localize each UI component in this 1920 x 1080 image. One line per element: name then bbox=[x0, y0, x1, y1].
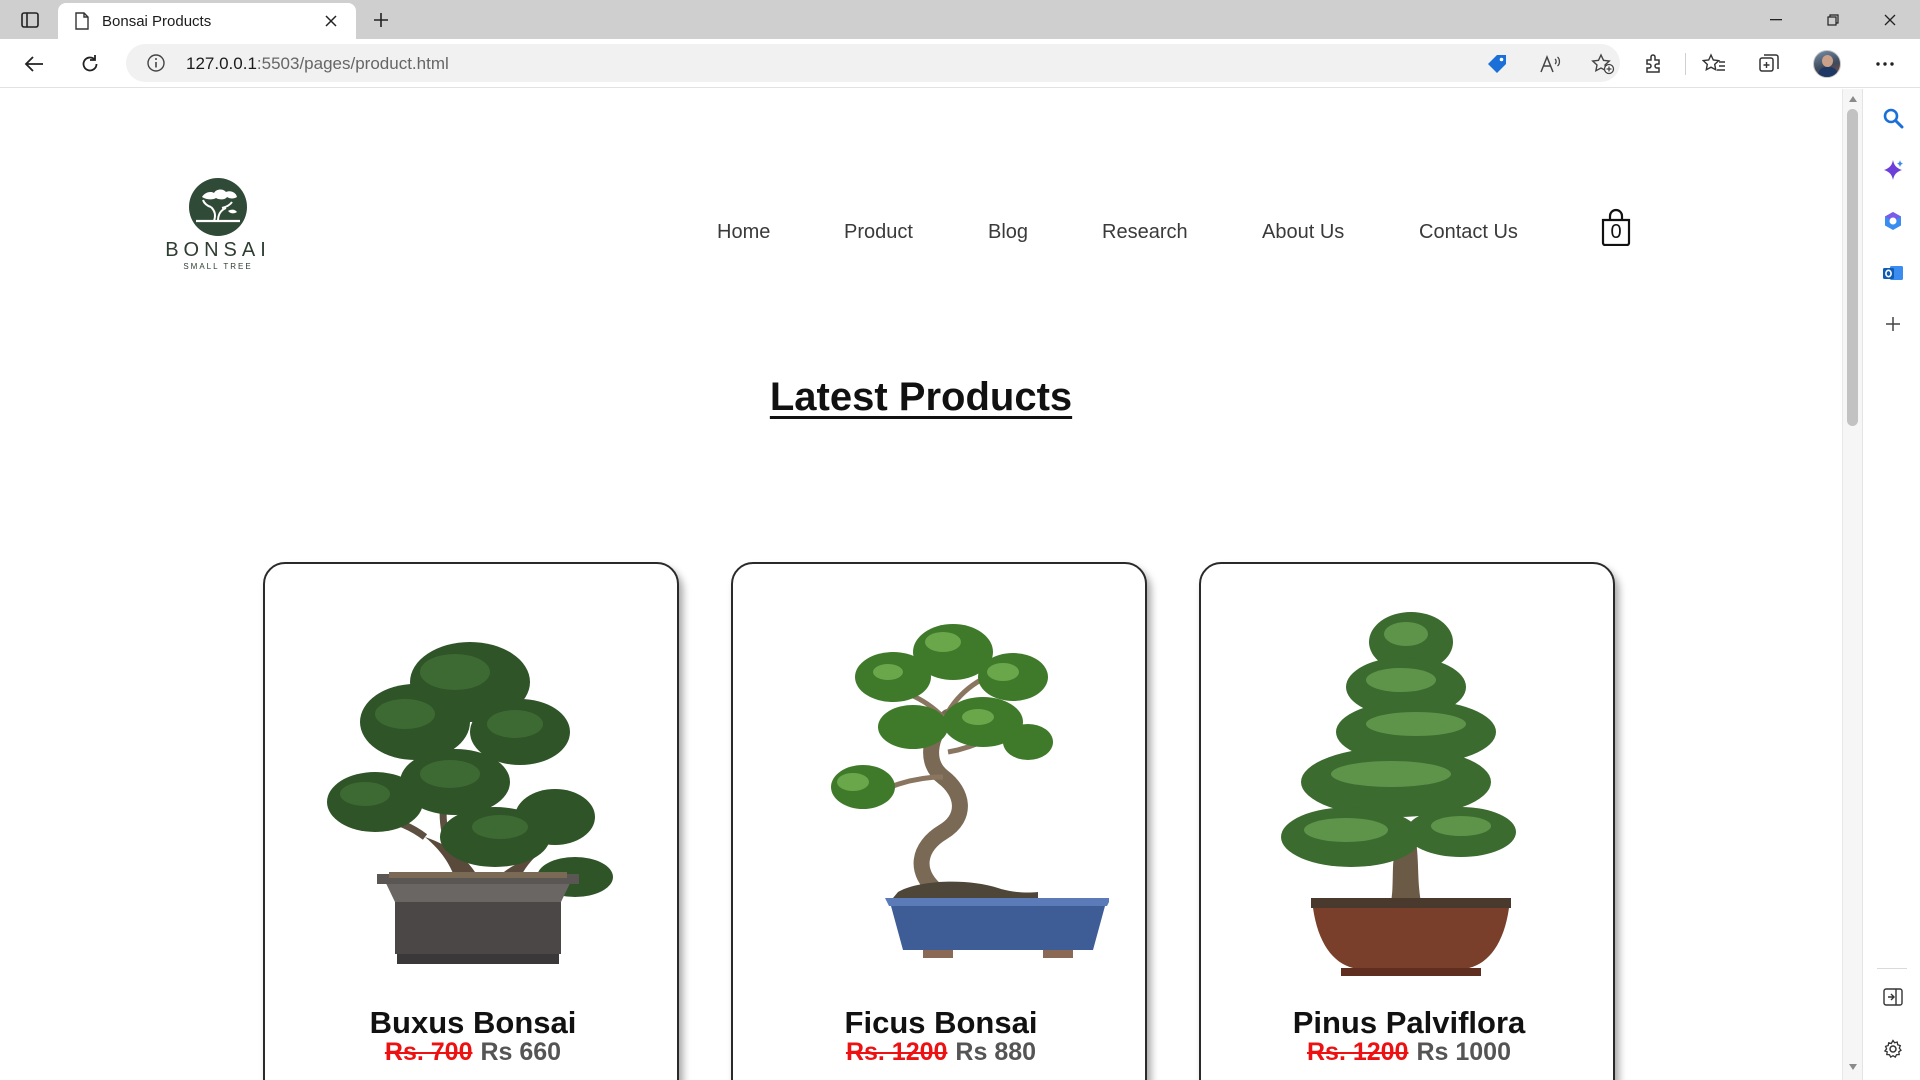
edge-sidebar bbox=[1862, 89, 1920, 1080]
url-text[interactable]: 127.0.0.1:5503/pages/product.html bbox=[186, 54, 449, 74]
search-icon[interactable] bbox=[1880, 105, 1906, 131]
copilot-sparkle-icon[interactable] bbox=[1880, 157, 1906, 183]
extensions-icon[interactable] bbox=[1637, 47, 1671, 81]
bonsai-logo-icon bbox=[189, 178, 247, 236]
url-host: 127.0.0.1 bbox=[186, 54, 257, 73]
nav-contact-us[interactable]: Contact Us bbox=[1419, 221, 1518, 244]
product-price: Rs. 1200 Rs 880 bbox=[733, 1038, 1145, 1067]
logo-wordmark: BONSAI bbox=[165, 239, 271, 261]
nav-home[interactable]: Home bbox=[717, 221, 770, 244]
product-old-price: Rs. 1200 bbox=[1307, 1038, 1409, 1066]
close-tab-icon[interactable] bbox=[320, 10, 342, 32]
restore-icon[interactable] bbox=[1805, 0, 1861, 39]
product-name: Pinus Palviflora bbox=[1292, 1005, 1526, 1040]
product-name: Ficus Bonsai bbox=[844, 1005, 1038, 1040]
product-name: Buxus Bonsai bbox=[369, 1005, 577, 1040]
favorites-icon[interactable] bbox=[1697, 47, 1731, 81]
buxus-bonsai-image bbox=[327, 642, 613, 964]
browser-tab-bar: Bonsai Products bbox=[0, 0, 1920, 39]
browser-toolbar: 127.0.0.1:5503/pages/product.html bbox=[0, 39, 1920, 88]
product-new-price: Rs 880 bbox=[955, 1038, 1037, 1066]
document-icon bbox=[75, 12, 89, 30]
section-title: Latest Products bbox=[0, 375, 1842, 420]
logo-tagline: SMALL TREE bbox=[183, 262, 253, 271]
scroll-down-arrow-icon[interactable] bbox=[1849, 1064, 1857, 1070]
address-bar[interactable]: 127.0.0.1:5503/pages/product.html bbox=[126, 44, 1620, 82]
product-card[interactable]: Ficus Bonsai Rs. 1200 Rs 880 bbox=[731, 562, 1147, 1080]
nav-blog[interactable]: Blog bbox=[988, 221, 1028, 244]
product-price: Rs. 1200 Rs 1000 bbox=[1201, 1038, 1613, 1067]
scroll-thumb[interactable] bbox=[1847, 109, 1858, 426]
settings-gear-icon[interactable] bbox=[1880, 1036, 1906, 1062]
shopping-tag-icon[interactable] bbox=[1484, 51, 1510, 77]
outlook-icon[interactable] bbox=[1880, 260, 1906, 286]
product-card[interactable]: Pinus Palviflora Rs. 1200 Rs 1000 bbox=[1199, 562, 1615, 1080]
nav-product[interactable]: Product bbox=[844, 221, 913, 244]
section-title-text: Latest Products bbox=[769, 375, 1073, 419]
collections-icon[interactable] bbox=[1752, 47, 1786, 81]
url-path: :5503/pages/product.html bbox=[256, 54, 449, 73]
minimize-icon[interactable] bbox=[1748, 0, 1804, 39]
site-info-icon[interactable] bbox=[146, 53, 166, 73]
nav-research[interactable]: Research bbox=[1102, 221, 1188, 244]
site-logo[interactable]: BONSAI SMALL TREE bbox=[155, 177, 281, 273]
cart-button[interactable]: 0 bbox=[1600, 208, 1632, 246]
toolbar-divider bbox=[1685, 53, 1686, 75]
pinus-palviflora-image bbox=[1281, 612, 1516, 976]
add-favorite-icon[interactable] bbox=[1590, 51, 1616, 77]
more-options-icon[interactable] bbox=[1868, 47, 1902, 81]
scroll-up-arrow-icon[interactable] bbox=[1849, 96, 1857, 102]
add-panel-icon[interactable] bbox=[1880, 311, 1906, 337]
sidebar-divider bbox=[1877, 968, 1907, 969]
product-old-price: Rs. 700 bbox=[384, 1038, 473, 1066]
product-new-price: Rs 660 bbox=[480, 1038, 562, 1066]
page-viewport: BONSAI SMALL TREE Home Product Blog Rese… bbox=[0, 89, 1842, 1080]
tab-title: Bonsai Products bbox=[102, 12, 212, 30]
hide-sidebar-icon[interactable] bbox=[1880, 984, 1906, 1010]
product-new-price: Rs 1000 bbox=[1416, 1038, 1511, 1066]
browser-tab[interactable]: Bonsai Products bbox=[58, 3, 356, 39]
nav-about-us[interactable]: About Us bbox=[1262, 221, 1344, 244]
microsoft-365-icon[interactable] bbox=[1880, 208, 1906, 234]
back-arrow-icon[interactable] bbox=[17, 47, 51, 81]
close-window-icon[interactable] bbox=[1862, 0, 1918, 39]
product-price: Rs. 700 Rs 660 bbox=[265, 1038, 677, 1067]
page-scrollbar[interactable] bbox=[1842, 89, 1862, 1080]
product-card[interactable]: Buxus Bonsai Rs. 700 Rs 660 bbox=[263, 562, 679, 1080]
product-old-price: Rs. 1200 bbox=[845, 1038, 948, 1066]
read-aloud-icon[interactable] bbox=[1537, 51, 1563, 77]
reload-icon[interactable] bbox=[73, 47, 107, 81]
cart-count: 0 bbox=[1610, 221, 1622, 243]
profile-avatar[interactable] bbox=[1813, 50, 1841, 78]
tab-actions-icon[interactable] bbox=[14, 7, 46, 33]
ficus-bonsai-image bbox=[831, 624, 1109, 958]
new-tab-icon[interactable] bbox=[367, 6, 395, 34]
